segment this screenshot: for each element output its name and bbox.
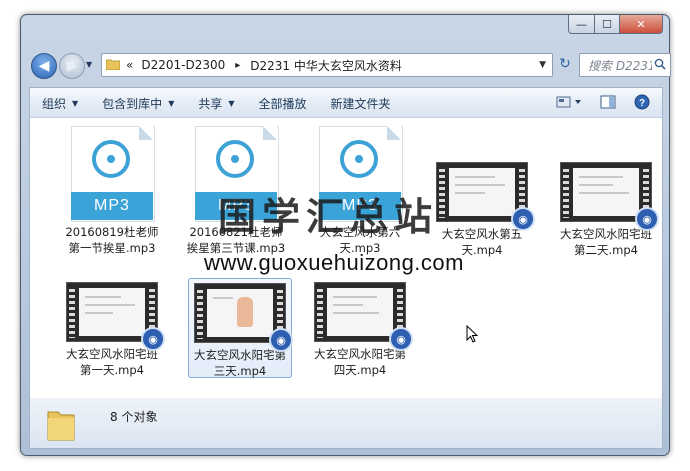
recent-pages-dropdown[interactable]: ▼ — [86, 60, 92, 69]
video-thumbnail: ◉ — [194, 283, 293, 352]
search-input[interactable]: 搜索 D2231... — [579, 53, 671, 77]
new-folder-button[interactable]: 新建文件夹 — [319, 88, 403, 118]
svg-text:?: ? — [639, 98, 645, 109]
file-item[interactable]: ◉ 大玄空风水阳宅第四天.mp4 — [310, 282, 413, 378]
chevron-down-icon: ▼ — [72, 98, 79, 108]
file-item-selected[interactable]: ◉ 大玄空风水阳宅第三天.mp4 — [188, 278, 293, 379]
file-item[interactable]: ◉ 大玄空风水第五天.mp4 — [432, 162, 535, 258]
window-controls: — ☐ ✕ — [568, 15, 663, 34]
breadcrumb-separator[interactable]: ▸ — [235, 60, 240, 71]
include-in-library-label: 包含到库中 — [102, 96, 163, 111]
include-in-library-menu[interactable]: 包含到库中 ▼ — [90, 88, 186, 118]
new-folder-label: 新建文件夹 — [330, 96, 391, 111]
file-item[interactable]: MP3 20160819杜老师第一节挨星.mp3 — [62, 126, 162, 256]
organize-label: 组织 — [42, 96, 67, 111]
file-name[interactable]: 大玄空风水阳宅第三天.mp4 — [189, 347, 291, 379]
preview-pane-icon[interactable] — [600, 95, 616, 112]
file-item[interactable]: ◉ 大玄空风水阳宅班第一天.mp4 — [62, 282, 165, 378]
view-options-icon[interactable] — [556, 96, 582, 111]
address-bar[interactable]: « D2201-D2300 ▸ D2231 中华大玄空风水资料 ▼ — [101, 53, 553, 77]
file-name[interactable]: 大玄空风水阳宅班第一天.mp4 — [62, 346, 162, 378]
folder-icon — [105, 58, 121, 73]
back-button[interactable]: ◀ — [31, 53, 57, 79]
media-player-icon: ◉ — [141, 327, 165, 351]
file-name[interactable]: 大玄空风水阳宅班第二天.mp4 — [556, 226, 656, 258]
address-overflow[interactable]: « — [126, 58, 133, 72]
maximize-button[interactable]: ☐ — [595, 15, 620, 34]
navigation-bar: ◀ ▶ ▼ « D2201-D2300 ▸ D2231 中华大玄空风水资料 ▼ … — [29, 51, 671, 79]
file-name[interactable]: 大玄空风水阳宅第四天.mp4 — [310, 346, 410, 378]
video-thumbnail: ◉ — [560, 162, 659, 231]
file-type-label: MP3 — [71, 192, 153, 220]
organize-menu[interactable]: 组织 ▼ — [30, 88, 90, 118]
file-item[interactable]: ◉ 大玄空风水阳宅班第二天.mp4 — [556, 162, 659, 258]
video-thumbnail: ◉ — [314, 282, 413, 351]
play-all-label: 全部播放 — [258, 96, 307, 111]
details-pane: 8 个对象 — [29, 398, 663, 449]
minimize-button[interactable]: — — [568, 15, 595, 34]
media-player-icon: ◉ — [635, 207, 659, 231]
video-thumbnail: ◉ — [436, 162, 535, 231]
watermark-text: 国学汇总站 — [218, 195, 439, 239]
command-toolbar: 组织 ▼ 包含到库中 ▼ 共享 ▼ 全部播放 新建文件夹 ? — [29, 87, 663, 118]
refresh-icon[interactable]: ↻ — [553, 53, 577, 75]
share-menu[interactable]: 共享 ▼ — [186, 88, 246, 118]
watermark-url: www.guoxuehuizong.com — [204, 250, 464, 275]
share-label: 共享 — [198, 96, 223, 111]
media-player-icon: ◉ — [511, 207, 535, 231]
mp3-file-icon: MP3 — [71, 126, 155, 222]
item-count: 8 个对象 — [110, 410, 158, 424]
search-icon[interactable] — [654, 58, 666, 73]
media-player-icon: ◉ — [389, 327, 413, 351]
file-name[interactable]: 20160819杜老师第一节挨星.mp3 — [62, 224, 162, 256]
folder-icon — [46, 406, 76, 442]
media-player-icon: ◉ — [269, 328, 293, 352]
help-icon[interactable]: ? — [634, 94, 650, 113]
forward-button[interactable]: ▶ — [59, 53, 85, 79]
search-placeholder: 搜索 D2231... — [588, 58, 652, 73]
close-button[interactable]: ✕ — [620, 15, 663, 34]
mouse-cursor-icon — [466, 324, 479, 346]
breadcrumb-d2201-d2300[interactable]: D2201-D2300 — [141, 58, 225, 72]
video-thumbnail: ◉ — [66, 282, 165, 351]
chevron-down-icon: ▼ — [228, 98, 235, 108]
chevron-down-icon: ▼ — [168, 98, 175, 108]
breadcrumb-d2231[interactable]: D2231 中华大玄空风水资料 — [250, 57, 402, 74]
play-all-button[interactable]: 全部播放 — [247, 88, 319, 118]
address-dropdown-icon[interactable]: ▼ — [539, 60, 546, 70]
